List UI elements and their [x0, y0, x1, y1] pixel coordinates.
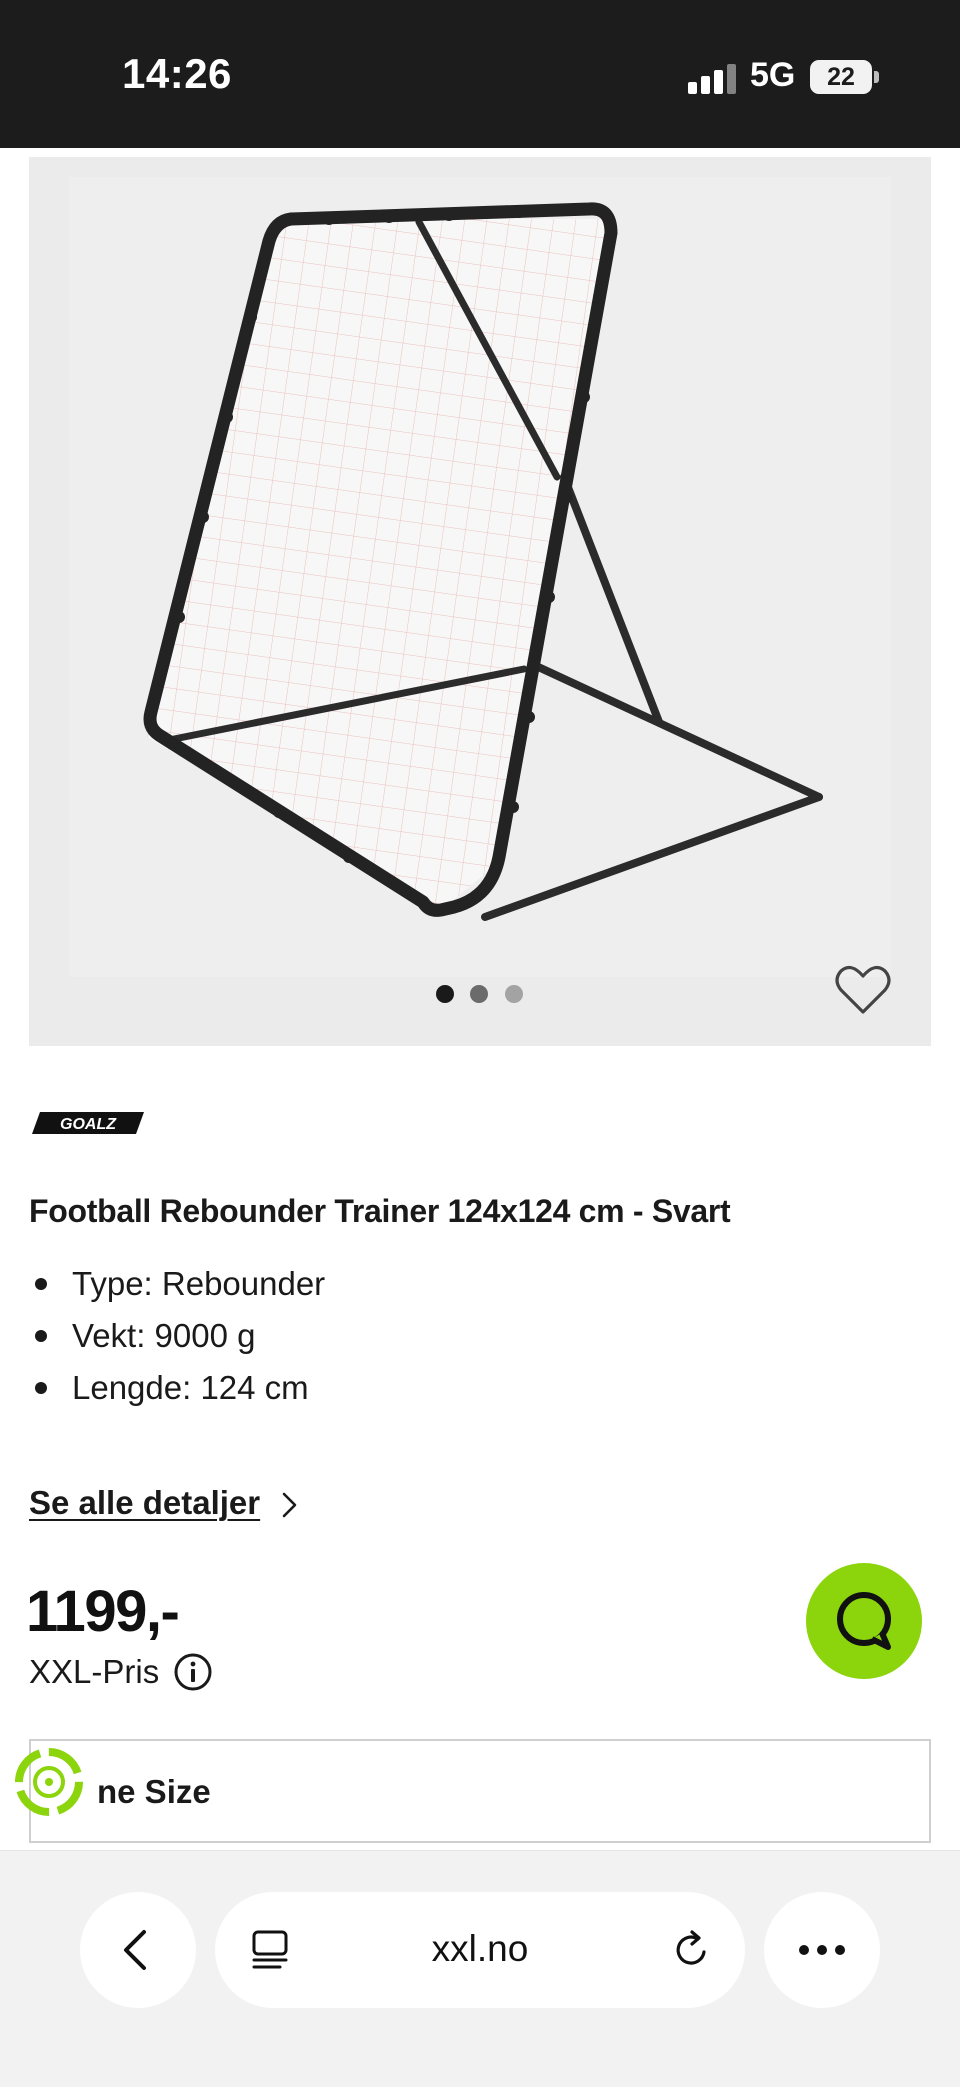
signal-icon — [688, 64, 736, 94]
reload-icon[interactable] — [670, 1928, 714, 1972]
battery-nub — [874, 71, 879, 83]
carousel-dots — [0, 985, 960, 1005]
see-all-details-link[interactable]: Se alle detaljer — [29, 1484, 260, 1522]
favorite-button[interactable] — [833, 960, 893, 1020]
spec-item-type: Type: Rebounder — [29, 1262, 325, 1314]
chevron-left-icon — [124, 1930, 146, 1970]
recycle-badge-icon[interactable] — [14, 1747, 84, 1817]
bullet — [35, 1330, 47, 1342]
spec-item-weight: Vekt: 9000 g — [29, 1314, 325, 1366]
brand-text: GOALZ — [60, 1116, 117, 1133]
status-bar: 14:26 5G 22 — [0, 0, 960, 148]
size-select[interactable]: ne Size — [29, 1739, 931, 1843]
bullet — [35, 1278, 47, 1290]
more-button[interactable] — [764, 1892, 880, 2008]
price-label: XXL-Pris — [29, 1653, 160, 1690]
chevron-right-icon[interactable] — [280, 1488, 300, 1522]
spec-list: Type: Rebounder Vekt: 9000 g Lengde: 124… — [29, 1262, 325, 1418]
carousel-dot-3[interactable] — [505, 985, 523, 1003]
brand-logo[interactable]: GOALZ — [32, 1110, 144, 1136]
price: 1199,- — [26, 1579, 180, 1644]
chat-bubble-icon — [837, 1592, 891, 1650]
product-image[interactable] — [29, 157, 931, 1046]
battery-icon: 22 — [810, 60, 872, 94]
info-icon[interactable] — [173, 1652, 213, 1692]
heart-icon — [835, 965, 891, 1014]
back-button[interactable] — [80, 1892, 196, 2008]
size-select-value: ne Size — [97, 1773, 211, 1810]
more-icon — [799, 1945, 845, 1955]
spec-text: Lengde: 124 cm — [72, 1369, 309, 1406]
spec-text: Vekt: 9000 g — [72, 1317, 256, 1354]
spec-item-length: Lengde: 124 cm — [29, 1366, 325, 1418]
carousel-dot-1[interactable] — [436, 985, 454, 1003]
product-title: Football Rebounder Trainer 124x124 cm - … — [29, 1193, 731, 1229]
football-rebounder-image — [69, 177, 891, 977]
goalz-logo: GOALZ — [32, 1112, 144, 1134]
carousel-dot-2[interactable] — [470, 985, 488, 1003]
spec-text: Type: Rebounder — [72, 1265, 326, 1302]
status-time: 14:26 — [122, 50, 232, 97]
network-label: 5G — [750, 56, 796, 94]
chat-button[interactable] — [806, 1563, 922, 1679]
address-bar[interactable]: xxl.no — [215, 1892, 745, 2008]
url-text[interactable]: xxl.no — [215, 1928, 745, 1970]
bullet — [35, 1382, 47, 1394]
